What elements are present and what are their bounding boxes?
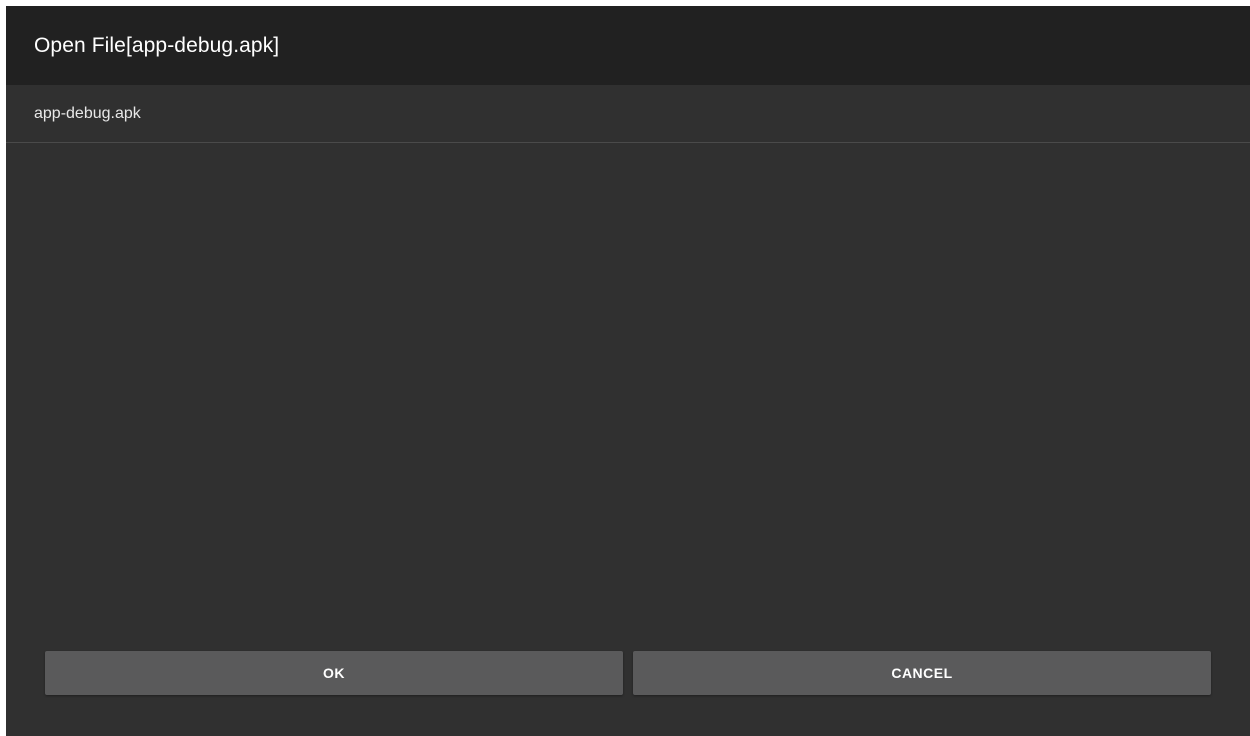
file-list-item[interactable]: app-debug.apk [6, 85, 1250, 143]
file-list-empty-area [6, 144, 1250, 644]
open-file-dialog: Open File[app-debug.apk] app-debug.apk O… [6, 6, 1250, 736]
file-list-item-label: app-debug.apk [34, 104, 141, 122]
ok-button[interactable]: OK [45, 651, 623, 695]
dialog-title-bar: Open File[app-debug.apk] [6, 6, 1250, 85]
dialog-button-row: OK CANCEL [45, 651, 1211, 695]
dialog-title: Open File[app-debug.apk] [34, 33, 280, 57]
cancel-button[interactable]: CANCEL [633, 651, 1211, 695]
